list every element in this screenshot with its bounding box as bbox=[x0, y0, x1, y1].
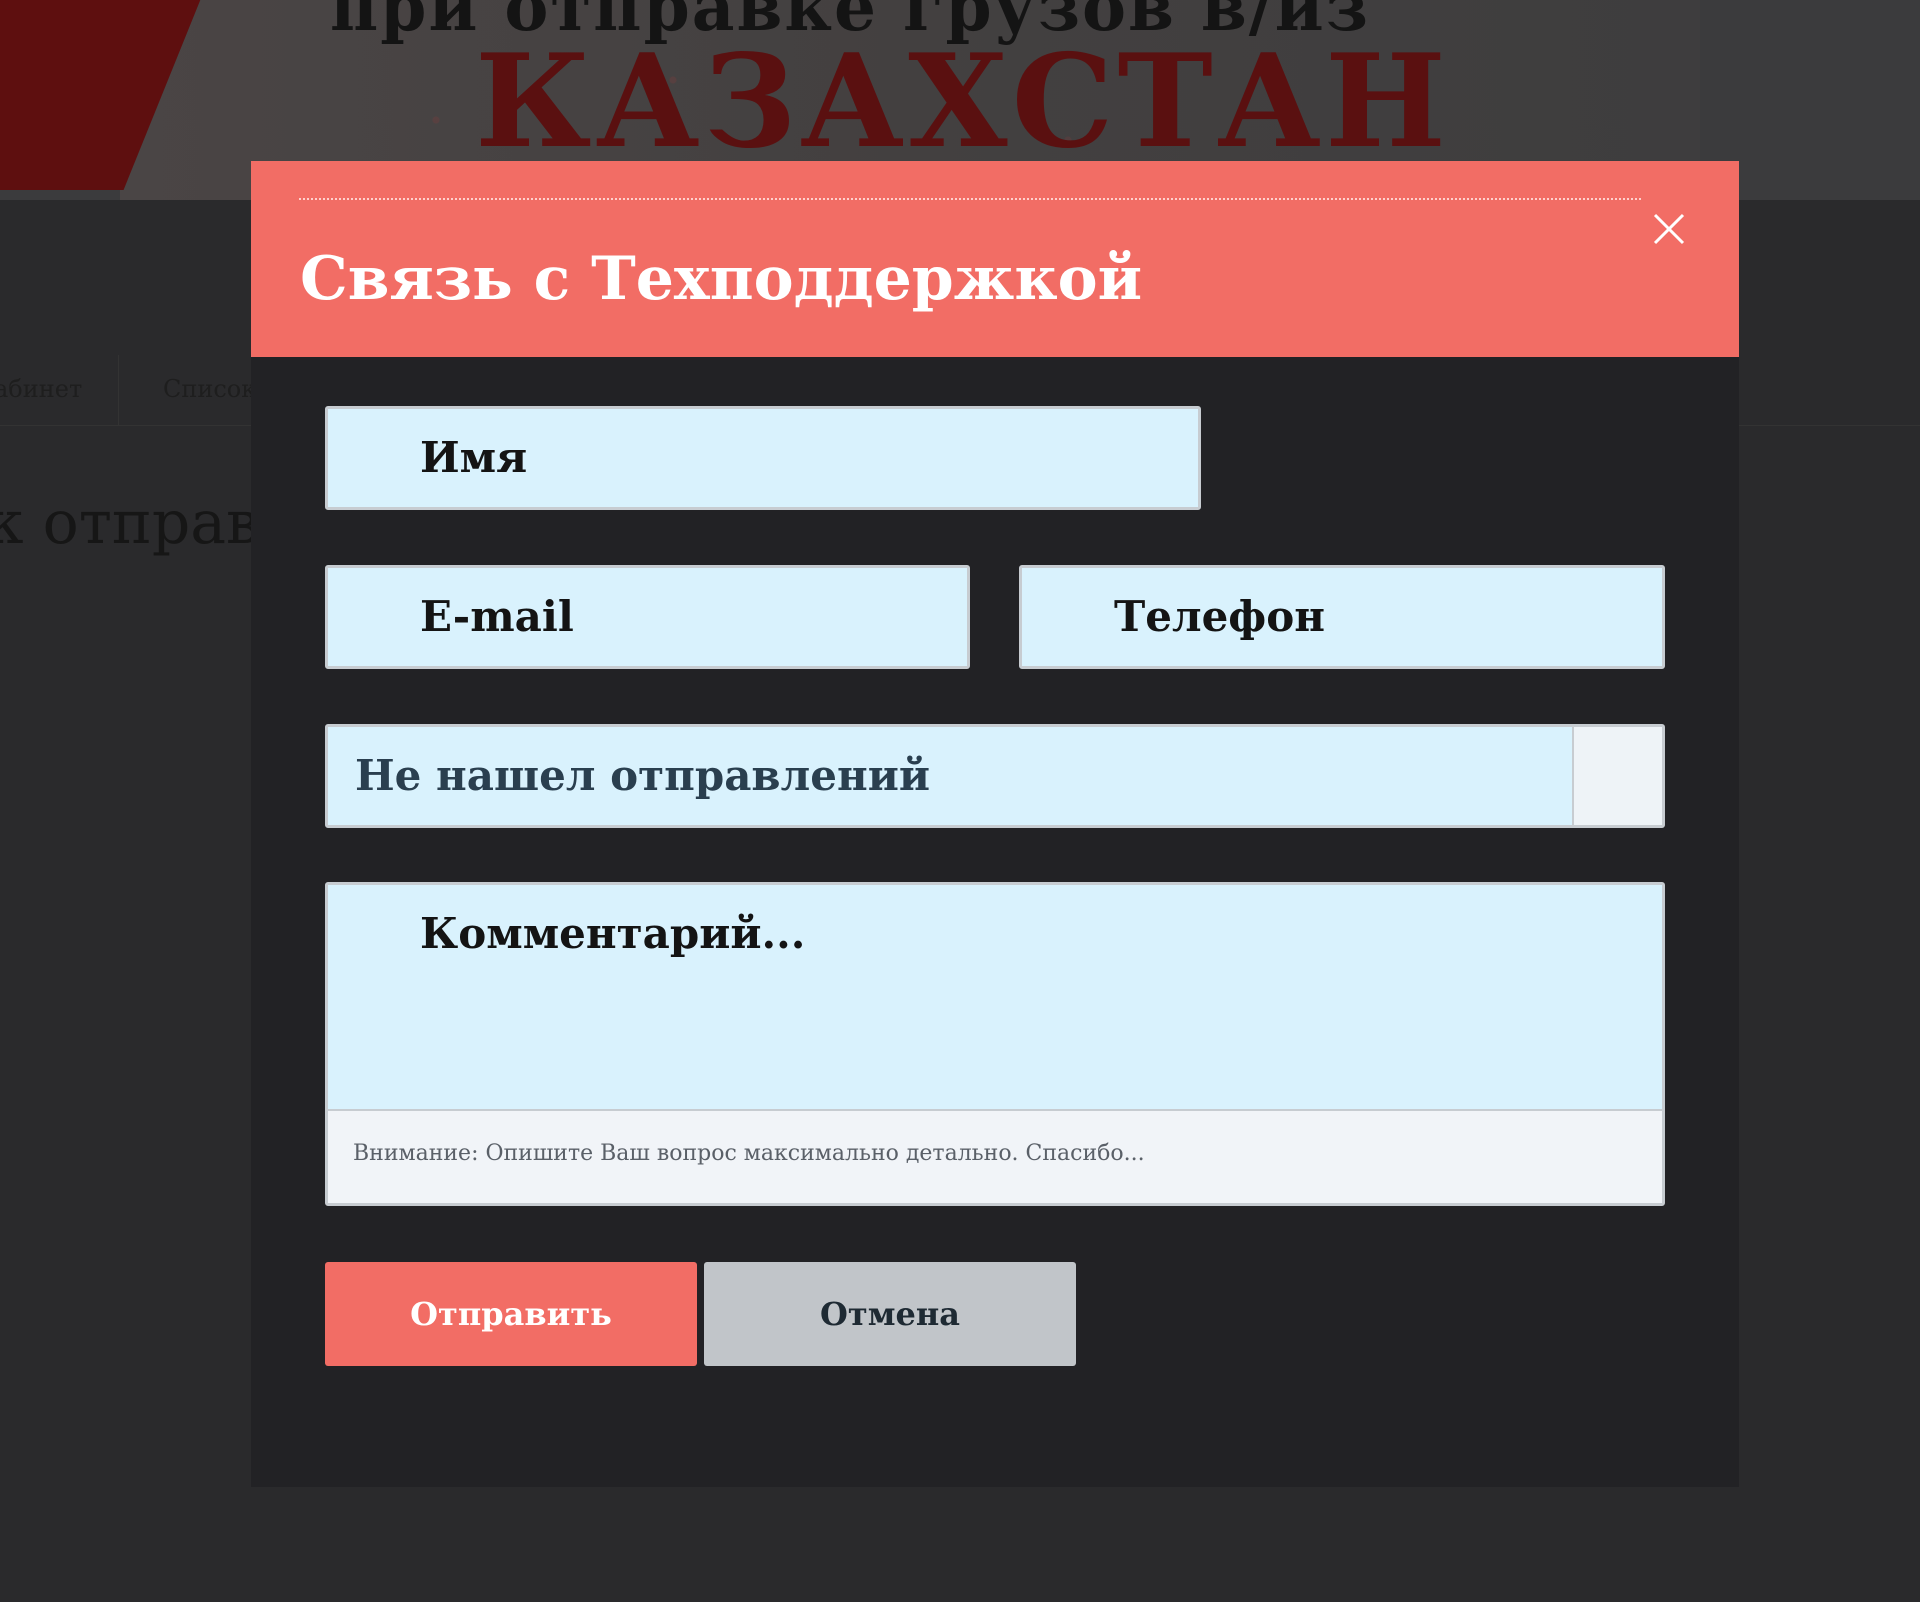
modal-header: Связь с Техподдержкой bbox=[251, 161, 1739, 357]
select-arrow-icon[interactable] bbox=[1572, 727, 1662, 825]
modal-title: Связь с Техподдержкой bbox=[300, 244, 1143, 314]
submit-button[interactable]: Отправить bbox=[325, 1262, 697, 1366]
topic-select[interactable]: Не нашел отправлений bbox=[325, 724, 1665, 828]
comment-hint-bar: Внимание: Опишите Ваш вопрос максимально… bbox=[328, 1109, 1662, 1203]
phone-input[interactable]: Телефон bbox=[1019, 565, 1665, 669]
close-icon[interactable] bbox=[1651, 211, 1687, 247]
comment-placeholder: Комментарий... bbox=[420, 909, 806, 958]
email-input[interactable]: E-mail bbox=[325, 565, 970, 669]
page: при отправке грузов в/из КАЗАХСТАН абине… bbox=[0, 0, 1920, 1602]
name-input[interactable]: Имя bbox=[325, 406, 1201, 510]
phone-placeholder: Телефон bbox=[1114, 592, 1325, 641]
comment-textarea[interactable]: Комментарий... Внимание: Опишите Ваш воп… bbox=[325, 882, 1665, 1206]
nav-divider bbox=[118, 355, 119, 425]
nav-item-cabinet[interactable]: абинет bbox=[0, 375, 82, 403]
name-placeholder: Имя bbox=[420, 433, 528, 482]
topic-selected-value: Не нашел отправлений bbox=[355, 751, 930, 800]
email-placeholder: E-mail bbox=[420, 592, 574, 641]
header-dotted-divider bbox=[299, 198, 1641, 200]
support-modal: Связь с Техподдержкой Имя E-mail Телефон… bbox=[251, 161, 1739, 1487]
banner-country: КАЗАХСТАН bbox=[475, 27, 1450, 177]
cancel-button[interactable]: Отмена bbox=[704, 1262, 1076, 1366]
nav-item-list[interactable]: Список bbox=[163, 375, 256, 403]
comment-hint-text: Внимание: Опишите Ваш вопрос максимально… bbox=[353, 1141, 1145, 1166]
